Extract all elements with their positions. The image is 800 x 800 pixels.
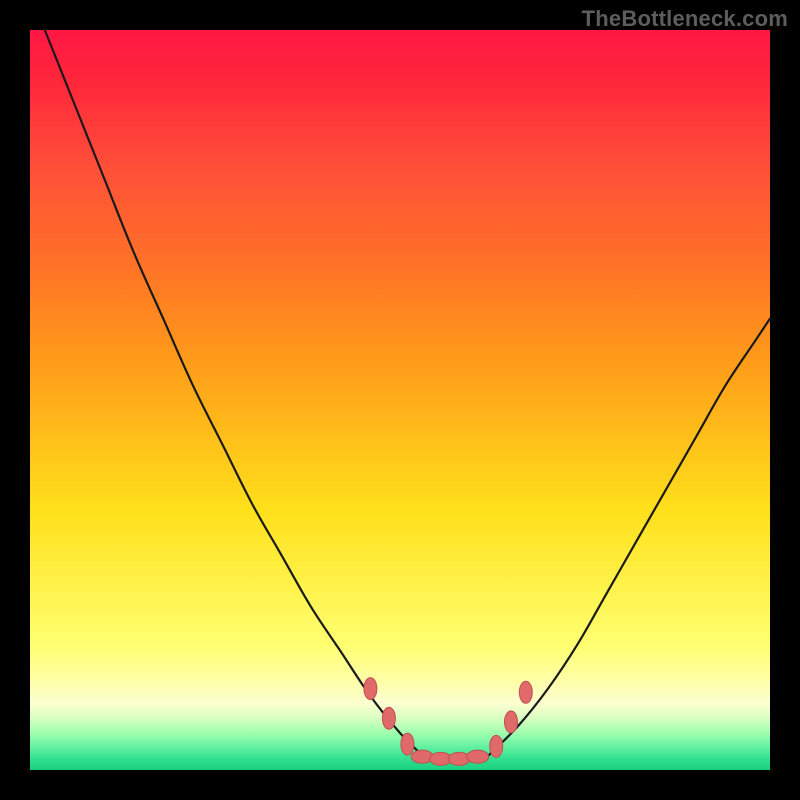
valley-marker-9 <box>519 681 532 703</box>
valley-marker-0 <box>364 678 377 700</box>
marker-layer <box>364 678 532 766</box>
valley-marker-6 <box>467 750 489 763</box>
valley-marker-8 <box>505 711 518 733</box>
valley-marker-2 <box>401 733 414 755</box>
plot-area <box>30 30 770 770</box>
valley-marker-1 <box>382 707 395 729</box>
curve-left-curve <box>45 30 422 755</box>
chart-frame: TheBottleneck.com <box>0 0 800 800</box>
chart-svg <box>30 30 770 770</box>
valley-marker-7 <box>490 735 503 757</box>
watermark-text: TheBottleneck.com <box>582 6 788 32</box>
curve-layer <box>45 30 770 761</box>
